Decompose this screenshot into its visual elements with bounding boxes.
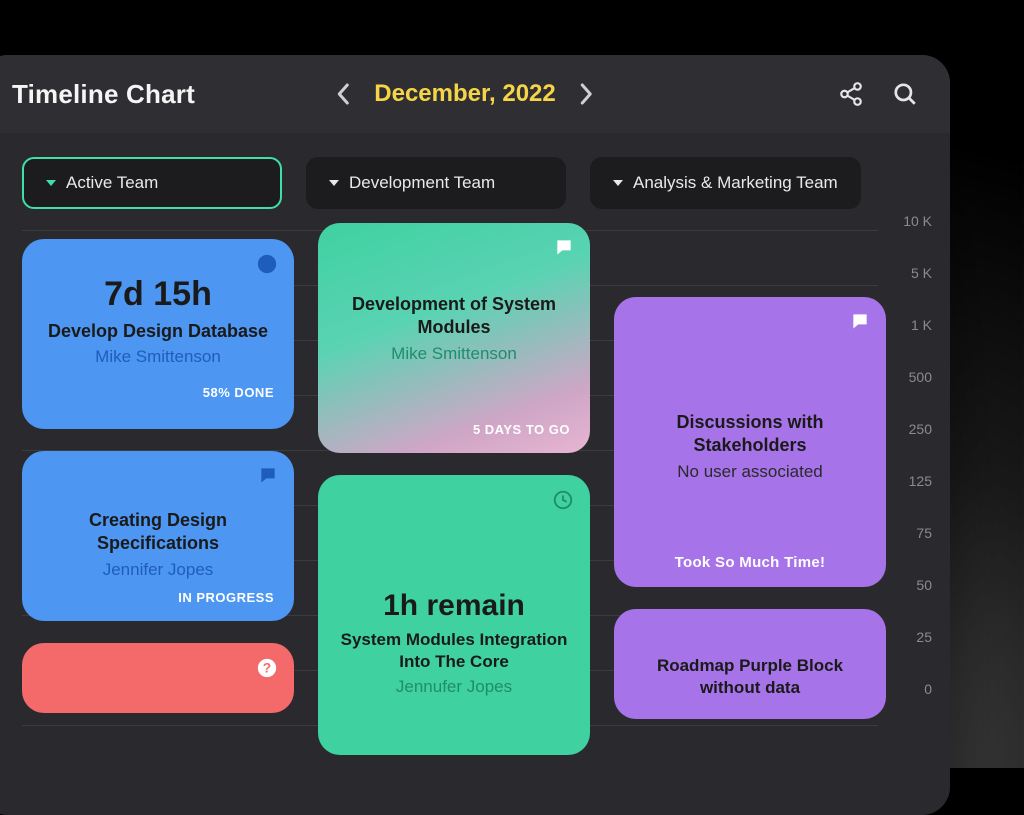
y-tick: 75 [916, 525, 932, 541]
month-navigator: December, 2022 [330, 80, 599, 108]
filter-label: Development Team [349, 173, 495, 193]
timeline-panel: Timeline Chart December, 2022 Active Tea… [0, 55, 950, 815]
help-icon: ? [256, 657, 278, 684]
chat-icon [258, 465, 278, 490]
next-month-button[interactable] [574, 81, 600, 107]
share-icon[interactable] [838, 81, 864, 107]
filter-label: Active Team [66, 173, 158, 193]
card-metric: 1h remain [338, 589, 570, 623]
filter-analysis-marketing-team[interactable]: Analysis & Marketing Team [590, 157, 861, 209]
card-develop-design-database[interactable]: 7d 15h Develop Design Database Mike Smit… [22, 239, 294, 429]
clock-icon [256, 253, 278, 280]
y-tick: 250 [909, 421, 932, 437]
y-tick: 50 [916, 577, 932, 593]
column-1: 7d 15h Develop Design Database Mike Smit… [22, 239, 294, 755]
card-title: Development of System Modules [338, 293, 570, 340]
column-3: Discussions with Stakeholders No user as… [614, 239, 886, 755]
card-columns: 7d 15h Develop Design Database Mike Smit… [22, 239, 950, 755]
chevron-down-icon [46, 180, 56, 186]
svg-text:?: ? [263, 661, 271, 676]
card-assignee: No user associated [634, 462, 866, 482]
y-tick: 10 K [903, 213, 932, 229]
card-title: System Modules Integration Into The Core [338, 629, 570, 673]
y-tick: 1 K [911, 317, 932, 333]
column-2: Development of System Modules Mike Smitt… [318, 239, 590, 755]
filter-row: Active Team Development Team Analysis & … [22, 157, 950, 209]
chevron-down-icon [613, 180, 623, 186]
month-label: December, 2022 [374, 80, 555, 108]
search-icon[interactable] [892, 81, 918, 107]
card-title: Roadmap Purple Block without data [634, 655, 866, 699]
card-assignee: Mike Smittenson [338, 344, 570, 364]
card-assignee: Jennufer Jopes [338, 677, 570, 697]
card-status: 58% DONE [42, 385, 274, 400]
card-title: Creating Design Specifications [42, 509, 274, 556]
clock-icon [552, 489, 574, 516]
card-system-modules-integration[interactable]: 1h remain System Modules Integration Int… [318, 475, 590, 755]
y-tick: 5 K [911, 265, 932, 281]
y-tick: 25 [916, 629, 932, 645]
chat-icon [554, 237, 574, 262]
y-tick: 500 [909, 369, 932, 385]
filter-label: Analysis & Marketing Team [633, 173, 838, 193]
card-status: 5 DAYS TO GO [338, 422, 570, 437]
y-axis: 10 K 5 K 1 K 500 250 125 75 50 25 0 [903, 213, 932, 697]
card-creating-design-specifications[interactable]: Creating Design Specifications Jennifer … [22, 451, 294, 621]
chat-icon [850, 311, 870, 336]
card-status: IN PROGRESS [42, 590, 274, 605]
card-title: Discussions with Stakeholders [634, 411, 866, 458]
filter-development-team[interactable]: Development Team [306, 157, 566, 209]
body-area: Active Team Development Team Analysis & … [0, 133, 950, 815]
card-note: Took So Much Time! [634, 554, 866, 571]
card-title: Develop Design Database [42, 320, 274, 343]
card-red[interactable]: ? [22, 643, 294, 713]
y-tick: 125 [909, 473, 932, 489]
page-title: Timeline Chart [12, 79, 195, 110]
prev-month-button[interactable] [330, 81, 356, 107]
card-assignee: Mike Smittenson [42, 347, 274, 367]
topbar: Timeline Chart December, 2022 [0, 55, 950, 133]
y-tick: 0 [924, 681, 932, 697]
card-discussions-stakeholders[interactable]: Discussions with Stakeholders No user as… [614, 297, 886, 587]
card-roadmap-purple-block[interactable]: Roadmap Purple Block without data [614, 609, 886, 719]
card-development-system-modules[interactable]: Development of System Modules Mike Smitt… [318, 223, 590, 453]
filter-active-team[interactable]: Active Team [22, 157, 282, 209]
card-assignee: Jennifer Jopes [42, 560, 274, 580]
chevron-down-icon [329, 180, 339, 186]
card-metric: 7d 15h [42, 275, 274, 314]
